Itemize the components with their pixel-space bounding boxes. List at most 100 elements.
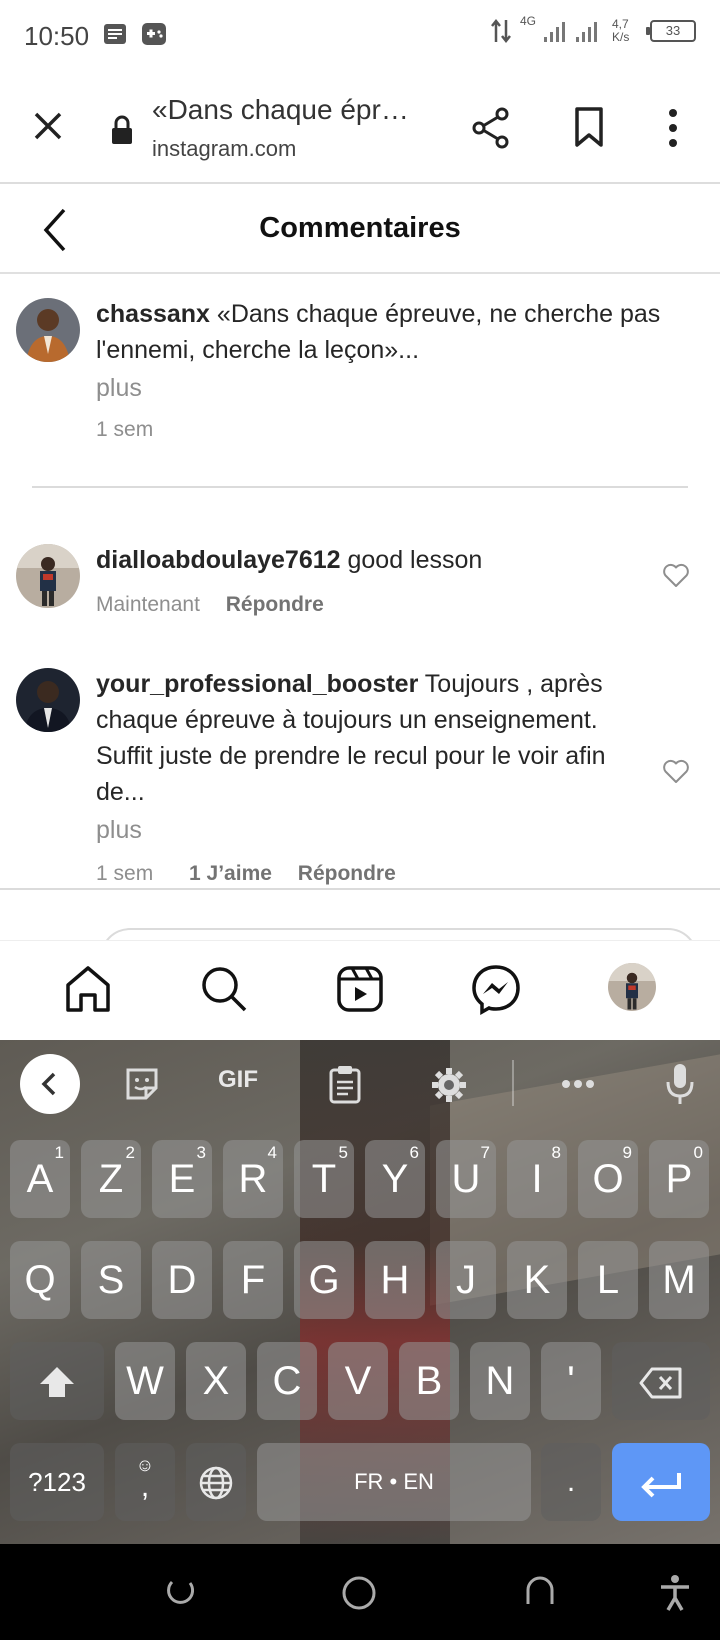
status-right: 4G 4,7 K/s 33 bbox=[490, 14, 696, 44]
key[interactable]: J bbox=[436, 1241, 496, 1319]
comment-input-divider bbox=[0, 888, 720, 890]
network-speed: 4,7 K/s bbox=[612, 17, 630, 44]
battery-icon: 33 bbox=[646, 20, 696, 42]
key[interactable]: M bbox=[649, 1241, 709, 1319]
caption-more-link[interactable]: plus bbox=[96, 370, 142, 406]
key[interactable]: S bbox=[81, 1241, 141, 1319]
toolbar-divider bbox=[512, 1060, 514, 1106]
key[interactable]: F bbox=[223, 1241, 283, 1319]
sticker-icon[interactable] bbox=[124, 1066, 160, 1102]
page-url[interactable]: instagram.com bbox=[152, 136, 296, 162]
caption-time: 1 sem bbox=[96, 418, 154, 441]
browser-toolbar: «Dans chaque épr… instagram.com bbox=[0, 72, 720, 184]
key[interactable]: C bbox=[257, 1342, 317, 1420]
key[interactable]: U7 bbox=[436, 1140, 496, 1218]
backspace-key[interactable] bbox=[612, 1342, 710, 1420]
key[interactable]: B bbox=[399, 1342, 459, 1420]
key[interactable]: A1 bbox=[10, 1140, 70, 1218]
messenger-icon[interactable] bbox=[470, 963, 522, 1015]
space-key[interactable]: FR • EN bbox=[257, 1443, 531, 1521]
keyboard-toolbar: GIF bbox=[0, 1040, 720, 1126]
clipboard-icon[interactable] bbox=[328, 1064, 362, 1104]
like-heart-icon[interactable] bbox=[662, 758, 690, 784]
comment-username[interactable]: your_professional_booster bbox=[96, 670, 418, 698]
comment-time: Maintenant bbox=[96, 593, 200, 616]
network-type: 4G bbox=[519, 14, 536, 28]
key[interactable]: T5 bbox=[294, 1140, 354, 1218]
language-key[interactable] bbox=[186, 1443, 246, 1521]
reels-icon[interactable] bbox=[334, 963, 386, 1015]
battery-level: 33 bbox=[665, 23, 681, 38]
emoji-comma-key[interactable]: ☺ , bbox=[115, 1443, 175, 1521]
collapse-toolbar-button[interactable] bbox=[20, 1054, 80, 1114]
globe-icon bbox=[199, 1466, 233, 1500]
key[interactable]: Y6 bbox=[365, 1140, 425, 1218]
key[interactable]: O9 bbox=[578, 1140, 638, 1218]
close-icon[interactable] bbox=[28, 106, 68, 146]
like-heart-icon[interactable] bbox=[662, 562, 690, 588]
enter-key[interactable] bbox=[612, 1443, 710, 1521]
list-item: your_professional_booster Toujours , apr… bbox=[96, 666, 636, 810]
chevron-left-icon bbox=[41, 1072, 56, 1096]
home-button-icon[interactable] bbox=[340, 1574, 378, 1612]
comma-label: , bbox=[140, 1470, 150, 1503]
avatar[interactable] bbox=[16, 544, 80, 608]
recents-icon[interactable] bbox=[162, 1574, 198, 1610]
caption-username[interactable]: chassanx bbox=[96, 300, 210, 328]
caption-divider bbox=[32, 486, 688, 488]
back-button-icon[interactable] bbox=[522, 1574, 558, 1610]
settings-gear-icon[interactable] bbox=[430, 1066, 468, 1104]
notification-icon bbox=[103, 23, 127, 50]
key[interactable]: E3 bbox=[152, 1140, 212, 1218]
comment-more-link[interactable]: plus bbox=[96, 812, 142, 848]
key[interactable]: N bbox=[470, 1342, 530, 1420]
avatar[interactable] bbox=[16, 668, 80, 732]
key[interactable]: D bbox=[152, 1241, 212, 1319]
comment-body: good lesson bbox=[340, 546, 483, 574]
accessibility-icon[interactable] bbox=[658, 1574, 692, 1612]
key[interactable]: G bbox=[294, 1241, 354, 1319]
bottom-navigation bbox=[0, 940, 720, 1040]
key[interactable]: L bbox=[578, 1241, 638, 1319]
page-title[interactable]: «Dans chaque épr… bbox=[152, 94, 432, 126]
comment-meta: Maintenant Répondre bbox=[96, 593, 324, 617]
key[interactable]: R4 bbox=[223, 1140, 283, 1218]
more-horizontal-icon[interactable] bbox=[560, 1078, 596, 1090]
symbols-key[interactable]: ?123 bbox=[10, 1443, 104, 1521]
reply-button[interactable]: Répondre bbox=[298, 862, 396, 885]
list-item: dialloabdoulaye7612 good lesson bbox=[96, 542, 636, 578]
key[interactable]: P0 bbox=[649, 1140, 709, 1218]
key[interactable]: W bbox=[115, 1342, 175, 1420]
keyboard: GIF A1 Z2 E3 R4 T5 Y6 U7 I8 O9 P0 Q S D … bbox=[0, 1040, 720, 1544]
status-time: 10:50 bbox=[24, 20, 90, 51]
avatar[interactable] bbox=[16, 298, 80, 362]
key[interactable]: X bbox=[186, 1342, 246, 1420]
key[interactable]: Q bbox=[10, 1241, 70, 1319]
comment-time: 1 sem bbox=[96, 862, 154, 885]
caption-text: chassanx «Dans chaque épreuve, ne cherch… bbox=[96, 296, 706, 368]
share-icon[interactable] bbox=[470, 106, 512, 150]
gif-button[interactable]: GIF bbox=[218, 1066, 258, 1094]
bookmark-icon[interactable] bbox=[572, 106, 606, 148]
home-icon[interactable] bbox=[62, 963, 114, 1015]
game-controller-icon bbox=[141, 22, 167, 51]
shift-arrow-icon bbox=[40, 1367, 74, 1397]
data-transfer-icon bbox=[491, 18, 511, 44]
key[interactable]: I8 bbox=[507, 1140, 567, 1218]
key[interactable]: V bbox=[328, 1342, 388, 1420]
search-icon[interactable] bbox=[198, 963, 250, 1015]
microphone-icon[interactable] bbox=[664, 1062, 696, 1106]
backspace-icon bbox=[639, 1367, 682, 1399]
more-options-icon[interactable] bbox=[660, 106, 686, 150]
key[interactable]: ' bbox=[541, 1342, 601, 1420]
reply-button[interactable]: Répondre bbox=[226, 593, 324, 616]
likes-count[interactable]: 1 J’aime bbox=[189, 862, 272, 885]
profile-avatar[interactable] bbox=[608, 963, 656, 1011]
shift-key[interactable] bbox=[10, 1342, 104, 1420]
key[interactable]: K bbox=[507, 1241, 567, 1319]
key[interactable]: Z2 bbox=[81, 1140, 141, 1218]
period-key[interactable]: . bbox=[541, 1443, 601, 1521]
key[interactable]: H bbox=[365, 1241, 425, 1319]
comments-title: Commentaires bbox=[259, 212, 461, 244]
comment-username[interactable]: dialloabdoulaye7612 bbox=[96, 546, 341, 574]
